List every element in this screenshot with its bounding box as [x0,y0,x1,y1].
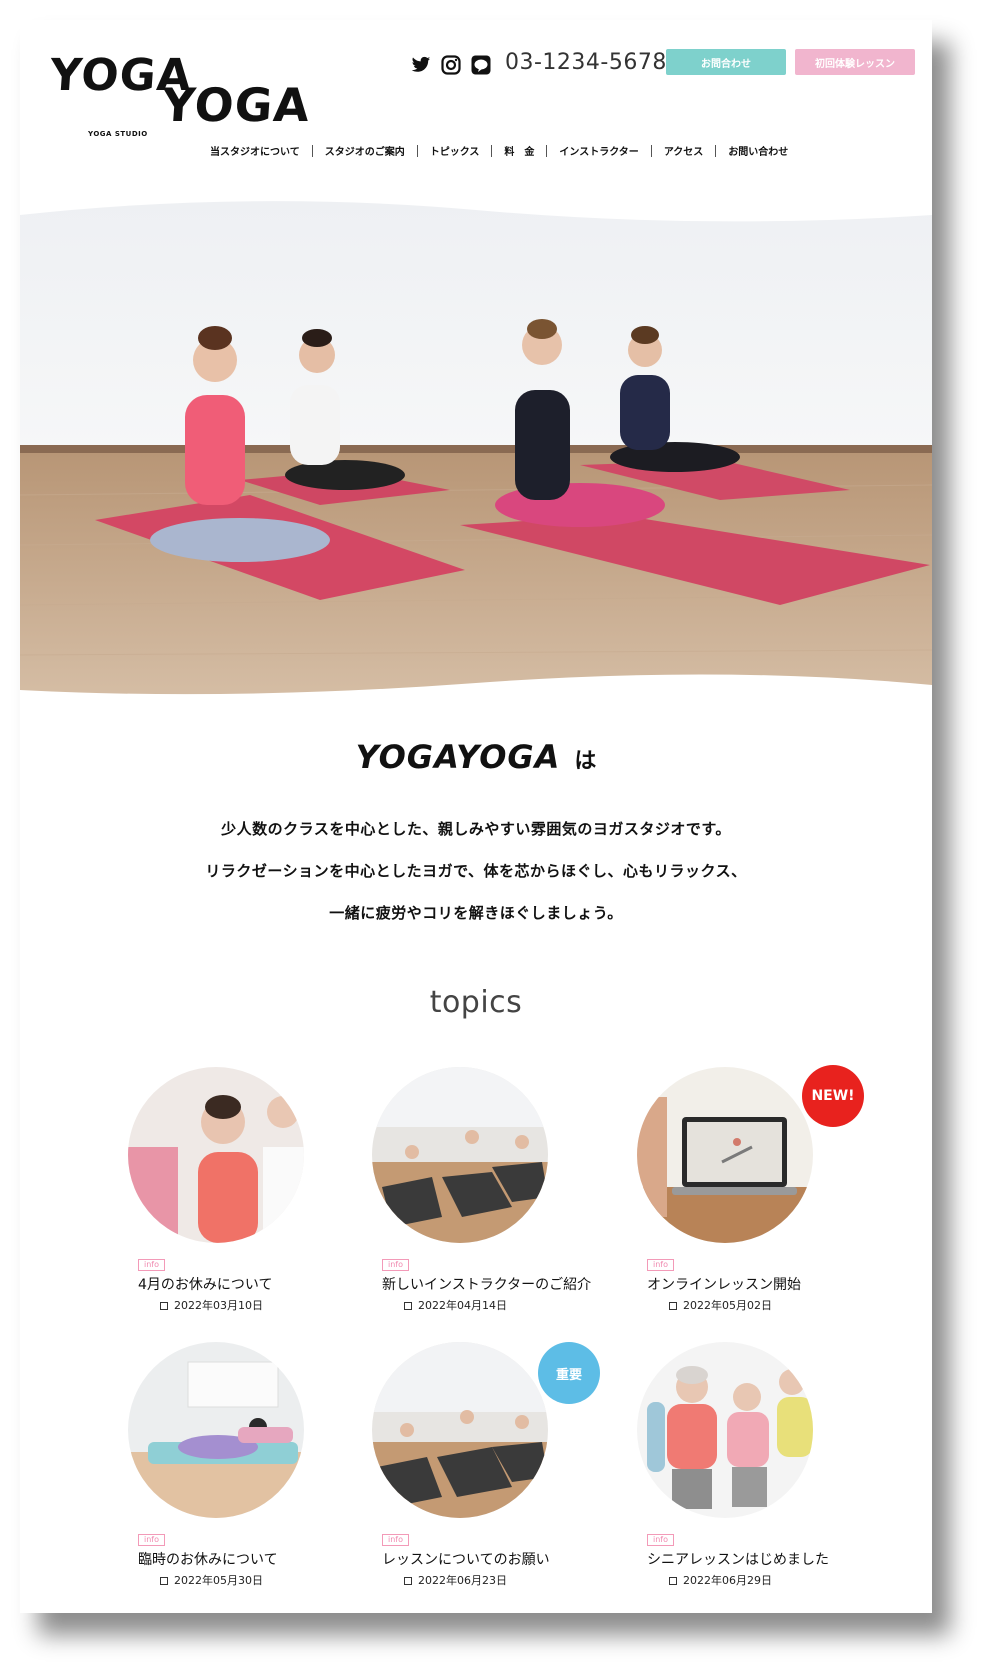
topic-card[interactable]: info シニアレッスンはじめました 2022年06月29日 [637,1342,877,1602]
topic-image [128,1067,304,1243]
topic-image [637,1342,813,1518]
topic-title[interactable]: 臨時のお休みについて [138,1549,278,1569]
contact-button[interactable]: お問合わせ [666,49,786,75]
intro-text-line-2: リラクゼーションを中心としたヨガで、体を芯からほぐし、心もリラックス、 [205,862,747,880]
intro-text-line-3: 一緒に疲労やコリを解きほぐしましょう。 [329,904,623,922]
topic-title[interactable]: シニアレッスンはじめました [647,1549,829,1569]
phone-number[interactable]: 03-1234-5678 [505,50,667,75]
calendar-icon [160,1577,168,1585]
topic-date-text: 2022年03月10日 [174,1299,263,1312]
topic-date: 2022年06月29日 [669,1572,772,1588]
topic-title[interactable]: オンラインレッスン開始 [647,1274,801,1294]
site-logo[interactable]: YOGA YOGA YOGA STUDIO [48,50,312,138]
topic-title[interactable]: レッスンについてのお願い [382,1549,550,1569]
nav-item-topics[interactable]: トピックス [418,143,492,158]
topic-date: 2022年05月02日 [669,1297,772,1313]
topic-date: 2022年06月23日 [404,1572,507,1588]
nav-item-access[interactable]: アクセス [652,143,716,158]
logo-subtitle: YOGA STUDIO [88,130,148,138]
topic-date-text: 2022年05月02日 [683,1299,772,1312]
topic-date: 2022年03月10日 [160,1297,263,1313]
nav-item-studio[interactable]: スタジオのご案内 [313,143,417,158]
instagram-icon[interactable] [440,54,462,76]
hero-image [20,195,932,715]
nav-item-contact[interactable]: お問い合わせ [716,143,800,158]
intro-brand: YOGAYOGA [355,738,561,776]
intro-title: YOGAYOGA は [20,738,932,776]
topic-tag: info [647,1534,675,1546]
topic-card[interactable]: info 臨時のお休みについて 2022年05月30日 [128,1342,368,1602]
topics-heading: topics [429,985,523,1020]
twitter-icon[interactable] [410,54,432,76]
important-badge: 重要 [538,1342,600,1404]
calendar-icon [404,1577,412,1585]
logo-word-2: YOGA [160,78,313,132]
topic-tag: info [647,1259,675,1271]
topic-card[interactable]: info 4月のお休みについて 2022年03月10日 [128,1067,368,1327]
topic-card[interactable]: info 新しいインストラクターのご紹介 2022年04月14日 [372,1067,612,1327]
intro-particle: は [574,749,597,774]
topic-tag: info [138,1259,166,1271]
topic-image [372,1067,548,1243]
calendar-icon [669,1577,677,1585]
page: YOGA YOGA YOGA STUDIO 03-1234-5678 お問合わせ… [20,20,932,1613]
topic-tag: info [138,1534,166,1546]
topic-date: 2022年04月14日 [404,1297,507,1313]
calendar-icon [404,1302,412,1310]
nav-item-price[interactable]: 料 金 [492,143,546,158]
intro-text-line-1: 少人数のクラスを中心とした、親しみやすい雰囲気のヨガスタジオです。 [221,820,731,838]
topic-image [372,1342,548,1518]
topic-image [637,1067,813,1243]
topic-date-text: 2022年06月23日 [418,1574,507,1587]
nav-item-about[interactable]: 当スタジオについて [198,143,312,158]
calendar-icon [669,1302,677,1310]
topic-date-text: 2022年06月29日 [683,1574,772,1587]
main-nav: 当スタジオについて スタジオのご案内 トピックス 料 金 インストラクター アク… [198,143,800,158]
topic-tag: info [382,1534,410,1546]
topic-date-text: 2022年04月14日 [418,1299,507,1312]
new-badge: NEW! [802,1065,864,1127]
trial-lesson-button[interactable]: 初回体験レッスン [795,49,915,75]
calendar-icon [160,1302,168,1310]
line-icon[interactable] [470,54,492,76]
topic-date-text: 2022年05月30日 [174,1574,263,1587]
social-links [410,54,492,76]
topic-date: 2022年05月30日 [160,1572,263,1588]
topic-title[interactable]: 4月のお休みについて [138,1274,273,1294]
topic-tag: info [382,1259,410,1271]
nav-item-instructor[interactable]: インストラクター [547,143,650,158]
topic-title[interactable]: 新しいインストラクターのご紹介 [382,1274,591,1294]
topic-image [128,1342,304,1518]
